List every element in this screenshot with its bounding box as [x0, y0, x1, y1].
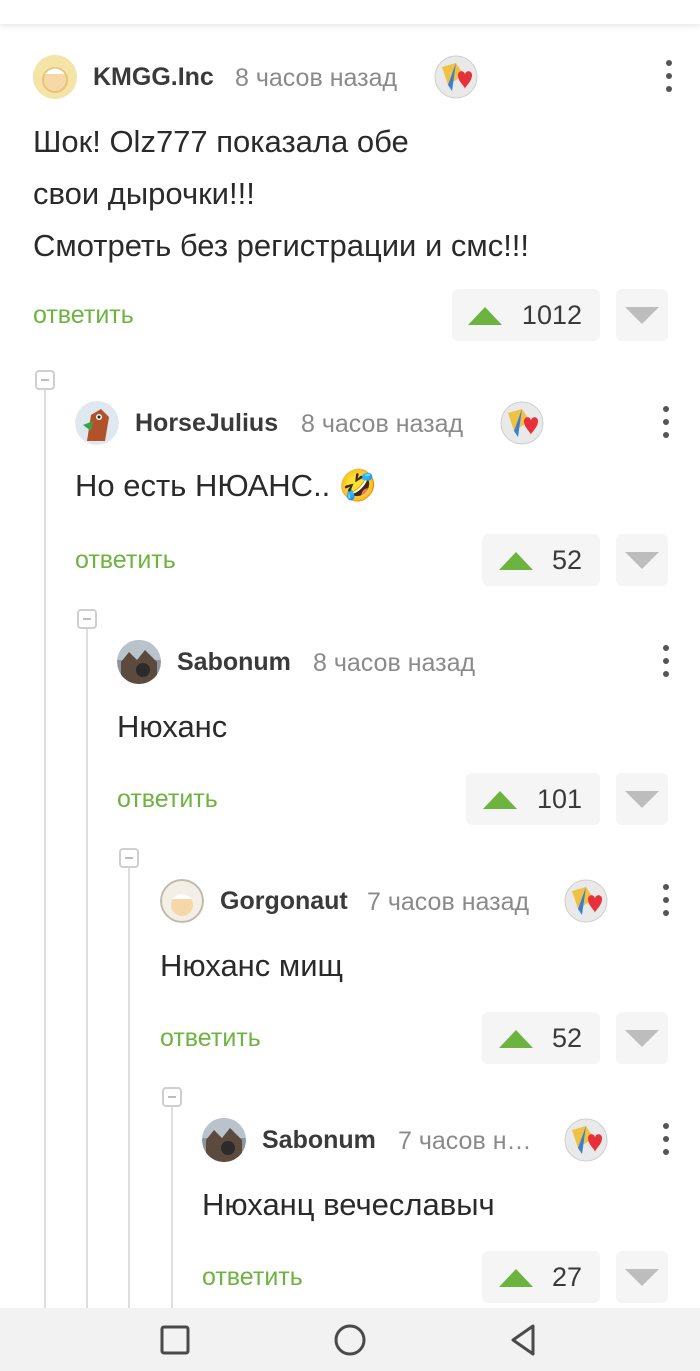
comment: Sabonum 8 часов назад Нюханс ответить 10… [117, 609, 700, 849]
comment-menu-icon[interactable] [656, 643, 676, 679]
comment-menu-icon[interactable] [656, 404, 676, 440]
rating-value: 52 [551, 545, 582, 575]
comment-author[interactable]: Sabonum [177, 648, 291, 677]
avatar[interactable] [202, 1118, 246, 1162]
collapse-thread-button[interactable] [35, 370, 55, 390]
downvote-icon [625, 791, 659, 808]
rating-value: 27 [551, 1262, 582, 1292]
comment-text: Шок! Olz777 показала обе свои дырочки!!!… [33, 116, 700, 272]
award-heart-icon[interactable] [564, 879, 608, 923]
comment-author[interactable]: Gorgonaut [220, 887, 348, 916]
comment-thread: KMGG.Inc 8 часов назад Шок! Olz777 показ… [0, 24, 700, 1308]
comment-time: 7 часов назад [367, 888, 530, 916]
top-toolbar-edge [0, 0, 700, 24]
rating-box: 101 [466, 773, 600, 825]
comment-text-line: Шок! Olz777 показала обе [33, 124, 409, 159]
comment: Sabonum 7 часов назад Нюханц вечеславыч … [202, 1087, 700, 1308]
comment-text-line: Смотреть без регистрации и смс!!! [33, 228, 530, 263]
comment-menu-icon[interactable] [659, 58, 679, 94]
comment-author[interactable]: Sabonum [262, 1126, 376, 1155]
upvote-icon[interactable] [499, 1030, 533, 1048]
reply-button[interactable]: ответить [202, 1263, 303, 1292]
comment-text: Нюханс [117, 701, 610, 753]
upvote-icon[interactable] [499, 1269, 533, 1287]
comment-header: Sabonum 7 часов назад [202, 1117, 700, 1163]
comment-time: 8 часов назад [313, 649, 476, 677]
avatar[interactable] [75, 401, 119, 445]
comment-header: KMGG.Inc 8 часов назад [33, 54, 700, 100]
rating-box: 27 [482, 1251, 600, 1303]
comment-header: HorseJulius 8 часов назад [75, 400, 700, 446]
award-heart-icon[interactable] [564, 1118, 608, 1162]
reply-button[interactable]: ответить [117, 785, 218, 814]
thread-line-3 [128, 868, 130, 1308]
comment-text: Нюханц вечеславыч [202, 1179, 680, 1231]
comment-text-line: свои дырочки!!! [33, 176, 255, 211]
rating-value: 52 [551, 1023, 582, 1053]
downvote-icon [625, 1269, 659, 1286]
downvote-button[interactable] [616, 773, 668, 825]
comment: HorseJulius 8 часов назад Но есть НЮАНС.… [75, 370, 700, 610]
comment-author[interactable]: HorseJulius [135, 409, 278, 438]
comment-text-line: Нюханц вечеславыч [202, 1187, 495, 1222]
rating-box: 52 [482, 1012, 600, 1064]
comment-text-line: Нюханс [117, 709, 228, 744]
award-heart-icon[interactable] [500, 401, 544, 445]
downvote-icon [625, 307, 659, 324]
comment-author[interactable]: KMGG.Inc [93, 63, 214, 92]
comment-text: Но есть НЮАНС.. 🤣 [75, 460, 610, 512]
upvote-icon[interactable] [468, 307, 502, 325]
avatar[interactable] [33, 55, 77, 99]
downvote-icon [625, 552, 659, 569]
thread-line-2 [86, 629, 88, 1308]
upvote-icon[interactable] [483, 791, 517, 809]
back-icon[interactable] [503, 1320, 543, 1360]
avatar[interactable] [117, 640, 161, 684]
award-heart-icon[interactable] [434, 55, 478, 99]
downvote-button[interactable] [616, 534, 668, 586]
reply-button[interactable]: ответить [75, 546, 176, 575]
comment-header: Sabonum 8 часов назад [117, 639, 700, 685]
comment-time: 8 часов назад [235, 64, 398, 92]
comment-time: 8 часов назад [301, 410, 464, 438]
home-icon[interactable] [330, 1320, 370, 1360]
collapse-thread-button[interactable] [162, 1087, 182, 1107]
system-nav-bar [0, 1308, 700, 1371]
avatar[interactable] [160, 879, 204, 923]
comment-text-line: Но есть НЮАНС.. 🤣 [75, 468, 378, 503]
downvote-button[interactable] [616, 1012, 668, 1064]
comment-time: 7 часов назад [398, 1127, 539, 1155]
downvote-button[interactable] [616, 289, 668, 341]
collapse-thread-button[interactable] [77, 609, 97, 629]
comment-text: Нюханс мищ [160, 940, 610, 992]
reply-button[interactable]: ответить [33, 301, 134, 330]
collapse-thread-button[interactable] [119, 848, 139, 868]
comment: KMGG.Inc 8 часов назад Шок! Olz777 показ… [33, 24, 700, 364]
comment-text-line: Нюханс мищ [160, 948, 344, 983]
recent-apps-icon[interactable] [155, 1320, 195, 1360]
rating-box: 1012 [452, 289, 600, 341]
comment-menu-icon[interactable] [656, 1121, 676, 1157]
downvote-icon [625, 1030, 659, 1047]
comment: Gorgonaut 7 часов назад Нюханс мищ ответ… [160, 848, 700, 1088]
rating-value: 1012 [521, 300, 582, 330]
comment-menu-icon[interactable] [656, 882, 676, 918]
upvote-icon[interactable] [499, 552, 533, 570]
rating-box: 52 [482, 534, 600, 586]
thread-line-4 [171, 1107, 173, 1308]
thread-line-1 [44, 390, 46, 1308]
rating-value: 101 [536, 784, 582, 814]
downvote-button[interactable] [616, 1251, 668, 1303]
comment-header: Gorgonaut 7 часов назад [160, 878, 700, 924]
reply-button[interactable]: ответить [160, 1024, 261, 1053]
